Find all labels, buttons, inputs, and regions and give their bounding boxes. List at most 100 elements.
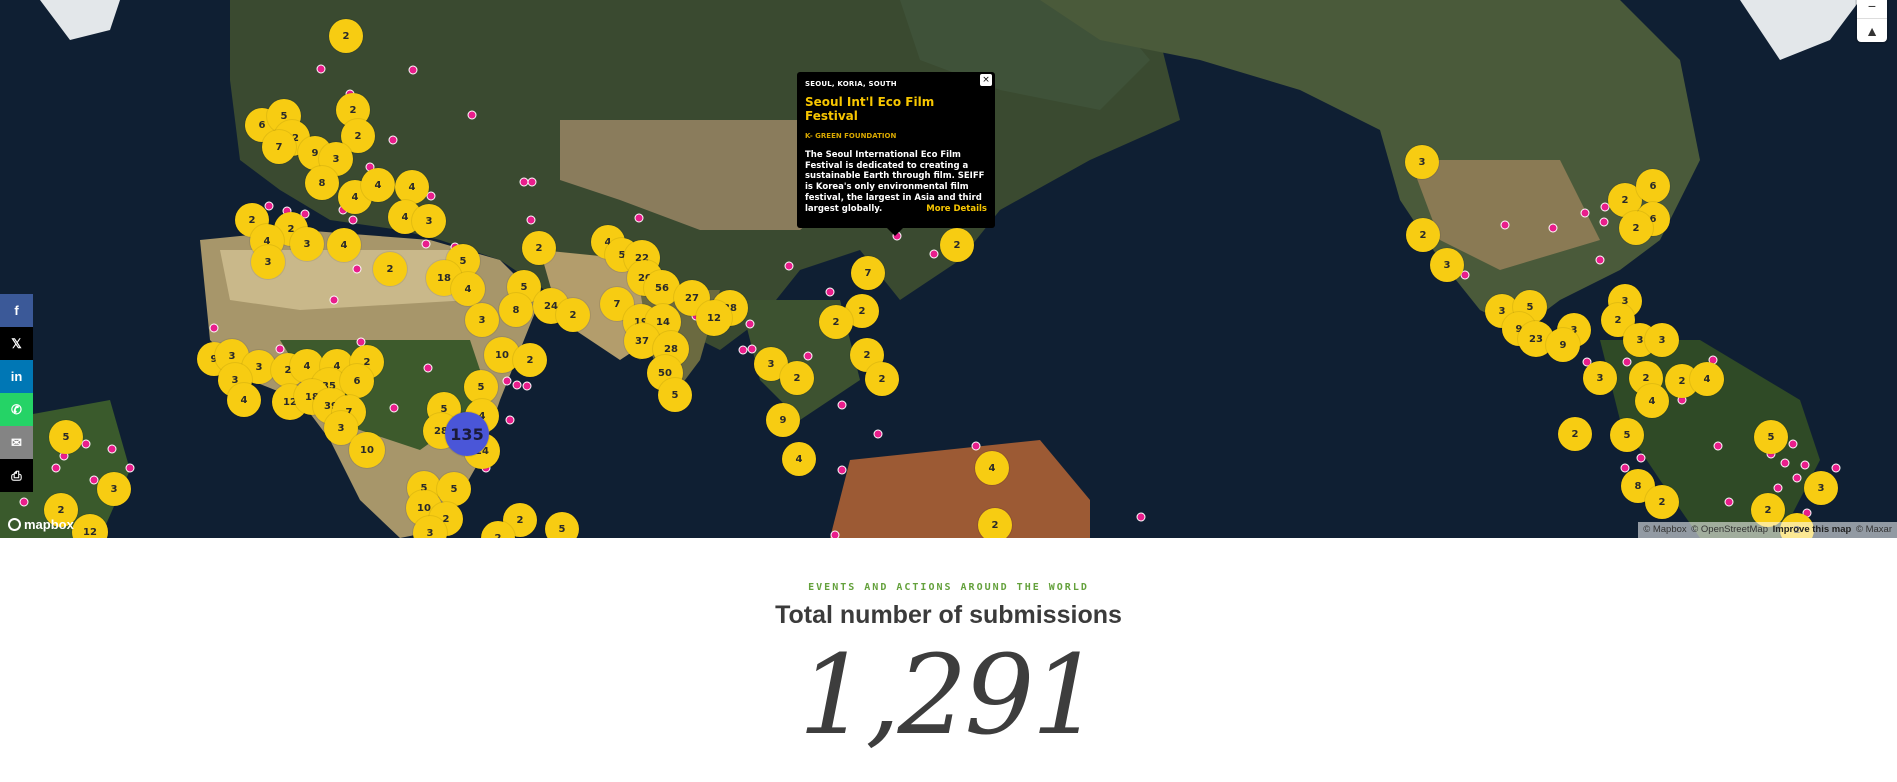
event-pin[interactable] — [512, 380, 522, 390]
event-pin[interactable] — [1595, 255, 1605, 265]
cluster-marker[interactable]: 5 — [545, 512, 579, 538]
cluster-marker[interactable]: 3 — [465, 303, 499, 337]
event-pin[interactable] — [784, 261, 794, 271]
event-pin[interactable] — [1792, 473, 1802, 483]
active-cluster-marker[interactable]: 135 — [445, 412, 489, 456]
cluster-marker[interactable]: 3 — [1804, 471, 1838, 505]
event-pin[interactable] — [830, 530, 840, 538]
event-pin[interactable] — [837, 400, 847, 410]
cluster-marker[interactable]: 3 — [251, 245, 285, 279]
cluster-marker[interactable]: 7 — [262, 130, 296, 164]
event-pin[interactable] — [837, 465, 847, 475]
share-whatsapp-button[interactable]: ✆ — [0, 393, 33, 426]
cluster-marker[interactable]: 4 — [1690, 362, 1724, 396]
share-x-button[interactable]: 𝕏 — [0, 327, 33, 360]
event-pin[interactable] — [1500, 220, 1510, 230]
event-pin[interactable] — [522, 381, 532, 391]
share-linkedin-button[interactable]: in — [0, 360, 33, 393]
cluster-marker[interactable]: 3 — [412, 204, 446, 238]
event-pin[interactable] — [329, 295, 339, 305]
cluster-marker[interactable]: 2 — [819, 305, 853, 339]
event-pin[interactable] — [408, 65, 418, 75]
cluster-marker[interactable]: 4 — [361, 168, 395, 202]
event-pin[interactable] — [467, 110, 477, 120]
cluster-marker[interactable]: 3 — [290, 227, 324, 261]
popup-close-button[interactable]: × — [980, 74, 992, 86]
event-pin[interactable] — [1800, 460, 1810, 470]
event-pin[interactable] — [747, 344, 757, 354]
event-pin[interactable] — [125, 463, 135, 473]
cluster-marker[interactable]: 3 — [97, 472, 131, 506]
cluster-marker[interactable]: 9 — [1546, 328, 1580, 362]
event-pin[interactable] — [1622, 357, 1632, 367]
cluster-marker[interactable]: 2 — [329, 19, 363, 53]
cluster-marker[interactable]: 4 — [1635, 384, 1669, 418]
cluster-marker[interactable]: 6 — [340, 364, 374, 398]
cluster-marker[interactable]: 7 — [851, 256, 885, 290]
event-pin[interactable] — [1780, 458, 1790, 468]
event-pin[interactable] — [1724, 497, 1734, 507]
attribution-mapbox-link[interactable]: © Mapbox — [1643, 524, 1686, 535]
event-pin[interactable] — [803, 351, 813, 361]
cluster-marker[interactable]: 5 — [1610, 418, 1644, 452]
mapbox-logo[interactable]: mapbox — [8, 517, 74, 532]
event-pin[interactable] — [527, 177, 537, 187]
event-pin[interactable] — [1773, 483, 1783, 493]
cluster-marker[interactable]: 4 — [782, 442, 816, 476]
event-pin[interactable] — [1831, 463, 1841, 473]
cluster-marker[interactable]: 3 — [1405, 145, 1439, 179]
event-pin[interactable] — [526, 215, 536, 225]
event-pin[interactable] — [388, 135, 398, 145]
cluster-marker[interactable]: 5 — [437, 472, 471, 506]
world-map[interactable]: 2652272293844443224334251842452220565824… — [0, 0, 1897, 538]
cluster-marker[interactable]: 2 — [865, 362, 899, 396]
event-pin[interactable] — [1636, 453, 1646, 463]
cluster-marker[interactable]: 12 — [696, 300, 732, 336]
cluster-marker[interactable]: 2 — [978, 508, 1012, 538]
event-pin[interactable] — [502, 376, 512, 386]
share-email-button[interactable]: ✉ — [0, 426, 33, 459]
cluster-marker[interactable]: 4 — [327, 228, 361, 262]
cluster-marker[interactable]: 2 — [1619, 211, 1653, 245]
event-pin[interactable] — [1713, 441, 1723, 451]
cluster-marker[interactable]: 4 — [451, 272, 485, 306]
event-pin[interactable] — [929, 249, 939, 259]
event-pin[interactable] — [421, 239, 431, 249]
event-pin[interactable] — [873, 429, 883, 439]
cluster-marker[interactable]: 2 — [780, 361, 814, 395]
event-pin[interactable] — [825, 287, 835, 297]
cluster-marker[interactable]: 2 — [1645, 485, 1679, 519]
cluster-marker[interactable]: 10 — [349, 432, 385, 468]
cluster-marker[interactable]: 8 — [499, 293, 533, 327]
cluster-marker[interactable]: 2 — [1558, 417, 1592, 451]
improve-map-link[interactable]: Improve this map — [1773, 524, 1852, 535]
cluster-marker[interactable]: 3 — [1645, 323, 1679, 357]
event-pin[interactable] — [634, 213, 644, 223]
cluster-marker[interactable]: 2 — [1406, 218, 1440, 252]
cluster-marker[interactable]: 2 — [522, 231, 556, 265]
attribution-osm-link[interactable]: © OpenStreetMap — [1691, 524, 1768, 535]
event-pin[interactable] — [275, 344, 285, 354]
event-pin[interactable] — [1599, 217, 1609, 227]
event-pin[interactable] — [738, 345, 748, 355]
cluster-marker[interactable]: 5 — [49, 420, 83, 454]
cluster-marker[interactable]: 6 — [1636, 169, 1670, 203]
cluster-marker[interactable]: 2 — [373, 252, 407, 286]
event-pin[interactable] — [51, 463, 61, 473]
event-pin[interactable] — [352, 264, 362, 274]
cluster-marker[interactable]: 4 — [395, 170, 429, 204]
cluster-marker[interactable]: 5 — [1754, 420, 1788, 454]
event-pin[interactable] — [1548, 223, 1558, 233]
event-pin[interactable] — [107, 444, 117, 454]
cluster-marker[interactable]: 3 — [1430, 248, 1464, 282]
event-pin[interactable] — [389, 403, 399, 413]
event-pin[interactable] — [423, 363, 433, 373]
cluster-marker[interactable]: 5 — [658, 378, 692, 412]
event-pin[interactable] — [971, 441, 981, 451]
cluster-marker[interactable]: 2 — [940, 228, 974, 262]
cluster-marker[interactable]: 8 — [305, 166, 339, 200]
more-details-link[interactable]: More Details — [926, 204, 987, 214]
event-pin[interactable] — [1136, 512, 1146, 522]
attribution-maxar-link[interactable]: © Maxar — [1856, 524, 1892, 535]
event-pin[interactable] — [1580, 208, 1590, 218]
